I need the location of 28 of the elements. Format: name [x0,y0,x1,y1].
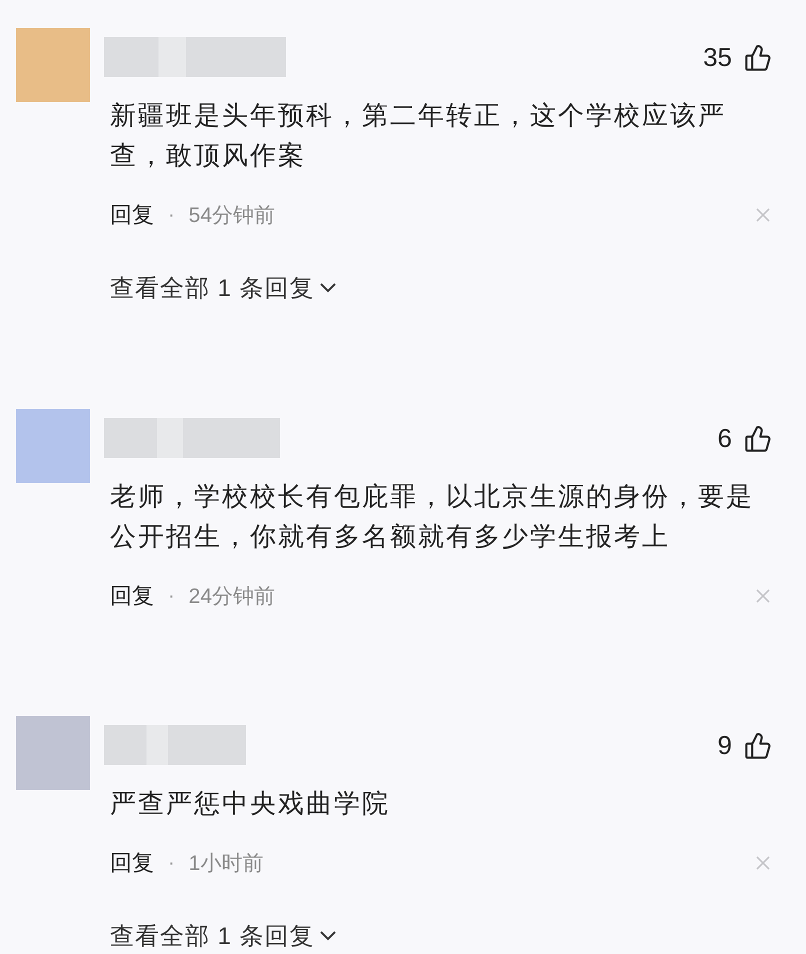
thumbs-up-icon[interactable] [744,44,772,72]
avatar[interactable] [16,716,90,790]
separator: · [168,204,175,226]
like-count: 9 [718,730,732,761]
thumbs-up-icon[interactable] [744,424,772,452]
separator: · [168,584,175,608]
view-replies-button[interactable]: 查看全部 1 条回复 [110,920,337,952]
comment-time: 24分钟前 [188,584,276,610]
like-count: 35 [703,42,732,73]
comment-text: 严查严惩中央戏曲学院 [110,787,391,820]
comment-text: 新疆班是头年预科，第二年转正，这个学校应该严查，敢顶风作案 [110,99,727,172]
reply-button[interactable]: 回复 [110,581,154,611]
reply-button[interactable]: 回复 [110,200,154,230]
avatar[interactable] [16,28,90,102]
chevron-down-icon [318,282,337,294]
comment-time: 1小时前 [188,851,264,877]
comment-time: 54分钟前 [188,203,276,229]
close-icon[interactable] [756,589,770,603]
chevron-down-icon [318,930,337,942]
view-replies-button[interactable]: 查看全部 1 条回复 [110,272,337,304]
like-count: 6 [718,423,732,454]
close-icon[interactable] [756,856,770,870]
avatar[interactable] [16,409,90,483]
comment-text: 老师，学校校长有包庇罪，以北京生源的身份，要是公开招生，你就有多名额就有多少学生报考上 [110,480,755,553]
reply-button[interactable]: 回复 [110,848,154,878]
separator: · [168,852,175,874]
close-icon[interactable] [756,208,770,222]
thumbs-up-icon[interactable] [744,732,772,760]
